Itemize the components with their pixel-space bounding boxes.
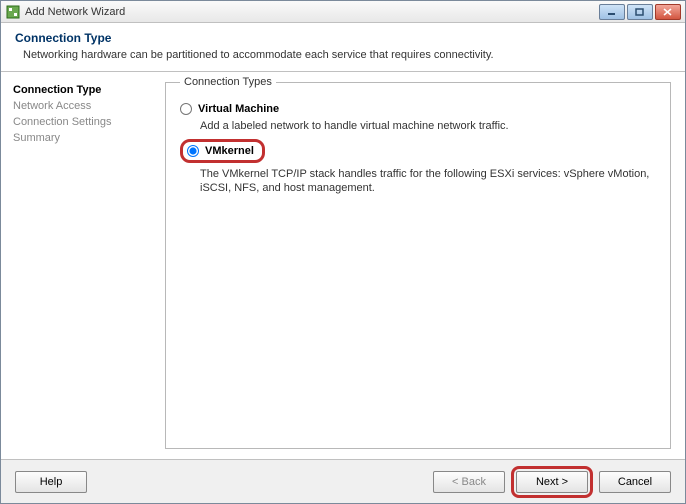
nav-step-summary[interactable]: Summary bbox=[13, 130, 151, 146]
connection-types-group: Connection Types Virtual Machine Add a l… bbox=[165, 82, 671, 449]
radio-vmkernel-label: VMkernel bbox=[205, 145, 254, 157]
back-button[interactable]: < Back bbox=[433, 471, 505, 493]
app-icon bbox=[5, 4, 21, 20]
wizard-footer: Help < Back Next > Cancel bbox=[1, 459, 685, 503]
cancel-button[interactable]: Cancel bbox=[599, 471, 671, 493]
content-panel: Connection Types Virtual Machine Add a l… bbox=[161, 72, 685, 459]
titlebar: Add Network Wizard bbox=[1, 1, 685, 23]
close-button[interactable] bbox=[655, 4, 681, 20]
wizard-header: Connection Type Networking hardware can … bbox=[1, 23, 685, 72]
radio-vm[interactable] bbox=[180, 103, 192, 115]
option-vmkernel: VMkernel The VMkernel TCP/IP stack handl… bbox=[180, 139, 656, 195]
page-subtitle: Networking hardware can be partitioned t… bbox=[23, 49, 671, 61]
page-title: Connection Type bbox=[15, 31, 671, 45]
radio-vmkernel-row[interactable]: VMkernel bbox=[187, 145, 254, 157]
help-button[interactable]: Help bbox=[15, 471, 87, 493]
minimize-button[interactable] bbox=[599, 4, 625, 20]
window-controls bbox=[599, 4, 681, 20]
wizard-window: Add Network Wizard Connection Type Netwo… bbox=[0, 0, 686, 504]
radio-vmkernel[interactable] bbox=[187, 145, 199, 157]
nav-step-connection-settings[interactable]: Connection Settings bbox=[13, 114, 151, 130]
nav-step-network-access[interactable]: Network Access bbox=[13, 98, 151, 114]
step-nav: Connection Type Network Access Connectio… bbox=[1, 72, 161, 459]
next-button[interactable]: Next > bbox=[516, 471, 588, 493]
option-vm-desc: Add a labeled network to handle virtual … bbox=[200, 119, 656, 133]
option-vmkernel-desc: The VMkernel TCP/IP stack handles traffi… bbox=[200, 167, 656, 195]
option-virtual-machine: Virtual Machine Add a labeled network to… bbox=[180, 103, 656, 133]
maximize-button[interactable] bbox=[627, 4, 653, 20]
radio-vm-label: Virtual Machine bbox=[198, 103, 279, 115]
radio-vm-row[interactable]: Virtual Machine bbox=[180, 103, 656, 115]
window-title: Add Network Wizard bbox=[25, 6, 599, 18]
highlight-next: Next > bbox=[511, 466, 593, 498]
wizard-body: Connection Type Network Access Connectio… bbox=[1, 72, 685, 459]
group-legend: Connection Types bbox=[180, 76, 276, 88]
nav-step-connection-type[interactable]: Connection Type bbox=[13, 82, 151, 98]
highlight-vmkernel: VMkernel bbox=[180, 139, 265, 163]
